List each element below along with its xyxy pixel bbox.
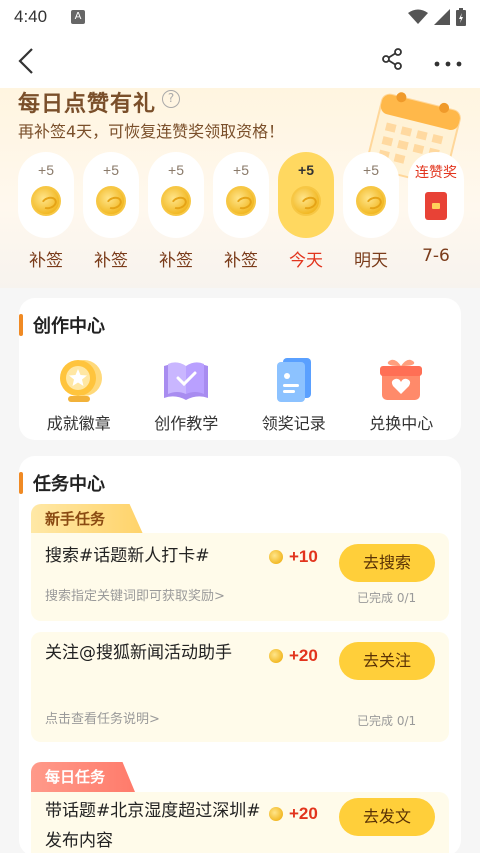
signin-day[interactable]: +5 补签 (148, 152, 204, 271)
task-reward: +10 (269, 547, 318, 567)
day-pill: +5 (343, 152, 399, 238)
nav-bar (0, 34, 480, 88)
help-icon[interactable]: ? (162, 90, 180, 108)
signin-title: 每日点赞有礼 (18, 91, 157, 117)
task-item: 关注@搜狐新闻活动助手 点击查看任务说明> +20 去关注 已完成 0/1 (31, 632, 449, 742)
coin-icon (31, 186, 61, 216)
coin-icon (269, 807, 283, 821)
back-button[interactable] (18, 41, 48, 81)
day-label: 补签 (159, 251, 193, 271)
day-pill: 连赞奖 (408, 152, 464, 238)
daily-task-tag: 每日任务 (31, 762, 135, 792)
daily-like-section: 每日点赞有礼 ? 再补签4天，可恢复连赞奖领取资格！ +5 补签 +5 补签 +… (0, 88, 480, 288)
center-item-label: 领奖记录 (261, 414, 326, 433)
signin-streak-reward[interactable]: 连赞奖 7-6 (408, 152, 464, 271)
status-bar: 4:40 A (0, 0, 480, 34)
share-icon (382, 48, 402, 70)
task-desc[interactable]: 点击查看任务说明> (45, 708, 160, 727)
task-reward-value: +20 (289, 804, 318, 823)
signin-day[interactable]: +5 补签 (213, 152, 269, 271)
day-pill: +5 (18, 152, 74, 238)
section-title: 创作中心 (19, 298, 461, 338)
task-reward-value: +10 (289, 547, 318, 566)
day-pill: +5 (148, 152, 204, 238)
record-icon (276, 358, 311, 402)
section-accent-bar (19, 314, 23, 336)
day-points: +5 (38, 162, 54, 178)
day-pill: +5 (83, 152, 139, 238)
day-points: +5 (363, 162, 379, 178)
task-reward: +20 (269, 804, 318, 824)
book-icon (164, 362, 209, 400)
status-time: 4:40 (14, 7, 48, 26)
day-points: +5 (298, 162, 314, 178)
signin-day-tomorrow[interactable]: +5 明天 (343, 152, 399, 271)
medal-icon (59, 360, 102, 402)
creation-items: 成就徽章 创作教学 领奖记录 兑换中心 (19, 356, 461, 434)
gift-icon (380, 359, 423, 400)
share-button[interactable] (380, 47, 404, 75)
creation-center-title: 创作中心 (33, 316, 105, 337)
task-name: 带话题#北京湿度超过深圳#发布内容 (45, 801, 261, 851)
coin-icon (356, 186, 386, 216)
task-progress: 已完成 0/1 (357, 591, 417, 605)
day-label: 7-6 (422, 246, 450, 266)
task-item: 搜索#话题新人打卡# 搜索指定关键词即可获取奖励> +10 去搜索 已完成 0/… (31, 533, 449, 621)
center-item-reward-records[interactable]: 领奖记录 (244, 356, 344, 434)
task-item: 带话题#北京湿度超过深圳#发布内容 +20 去发文 (31, 792, 449, 853)
day-points: +5 (233, 162, 249, 178)
center-item-exchange[interactable]: 兑换中心 (351, 356, 451, 434)
task-name: 关注@搜狐新闻活动助手 (45, 643, 232, 663)
creation-center-card: 创作中心 成就徽章 创作教学 领奖记录 兑换中心 (19, 298, 461, 440)
center-item-tutorial[interactable]: 创作教学 (136, 356, 236, 434)
day-points: +5 (103, 162, 119, 178)
task-reward: +20 (269, 646, 318, 666)
coin-icon (269, 550, 283, 564)
go-follow-button[interactable]: 去关注 (339, 642, 435, 680)
signin-day[interactable]: +5 补签 (83, 152, 139, 271)
task-desc[interactable]: 搜索指定关键词即可获取奖励> (45, 585, 225, 604)
signin-day-today[interactable]: +5 今天 (278, 152, 334, 271)
task-reward-value: +20 (289, 646, 318, 665)
coin-icon (226, 186, 256, 216)
coin-icon (291, 186, 321, 216)
section-accent-bar (19, 472, 23, 494)
center-item-label: 创作教学 (154, 414, 219, 433)
task-center-card: 任务中心 新手任务 搜索#话题新人打卡# 搜索指定关键词即可获取奖励> +10 … (19, 456, 461, 853)
coin-icon (269, 649, 283, 663)
day-label: 补签 (94, 251, 128, 271)
section-title: 任务中心 (19, 456, 461, 496)
day-label: 补签 (29, 251, 63, 271)
coin-icon (96, 186, 126, 216)
battery-icon (456, 8, 466, 26)
go-post-button[interactable]: 去发文 (339, 798, 435, 836)
day-label: 今天 (289, 251, 323, 271)
signal-icon (434, 9, 450, 25)
signin-day[interactable]: +5 补签 (18, 152, 74, 271)
go-search-button[interactable]: 去搜索 (339, 544, 435, 582)
day-pill: +5 (213, 152, 269, 238)
day-pill: +5 (278, 152, 334, 238)
notification-icon: A (71, 10, 86, 24)
signin-days: +5 补签 +5 补签 +5 补签 +5 补签 +5 今天 +5 明天 连赞奖 … (18, 152, 464, 271)
more-button[interactable] (434, 52, 462, 71)
day-label: 明天 (354, 251, 388, 271)
coin-icon (161, 186, 191, 216)
center-item-badges[interactable]: 成就徽章 (29, 356, 129, 434)
signin-subtitle: 再补签4天，可恢复连赞奖领取资格！ (18, 122, 285, 141)
red-packet-icon (425, 192, 447, 220)
task-progress: 已完成 0/1 (357, 714, 417, 728)
wifi-icon (408, 9, 428, 24)
more-dots-icon (434, 61, 462, 66)
center-item-label: 兑换中心 (369, 414, 434, 433)
streak-reward-label: 连赞奖 (415, 164, 457, 180)
task-center-title: 任务中心 (33, 474, 105, 495)
day-label: 补签 (224, 251, 258, 271)
newbie-task-tag: 新手任务 (31, 504, 143, 534)
task-name: 搜索#话题新人打卡# (45, 546, 210, 566)
back-arrow-icon (18, 48, 33, 74)
center-item-label: 成就徽章 (46, 414, 111, 433)
status-icons (408, 8, 466, 26)
day-points: +5 (168, 162, 184, 178)
